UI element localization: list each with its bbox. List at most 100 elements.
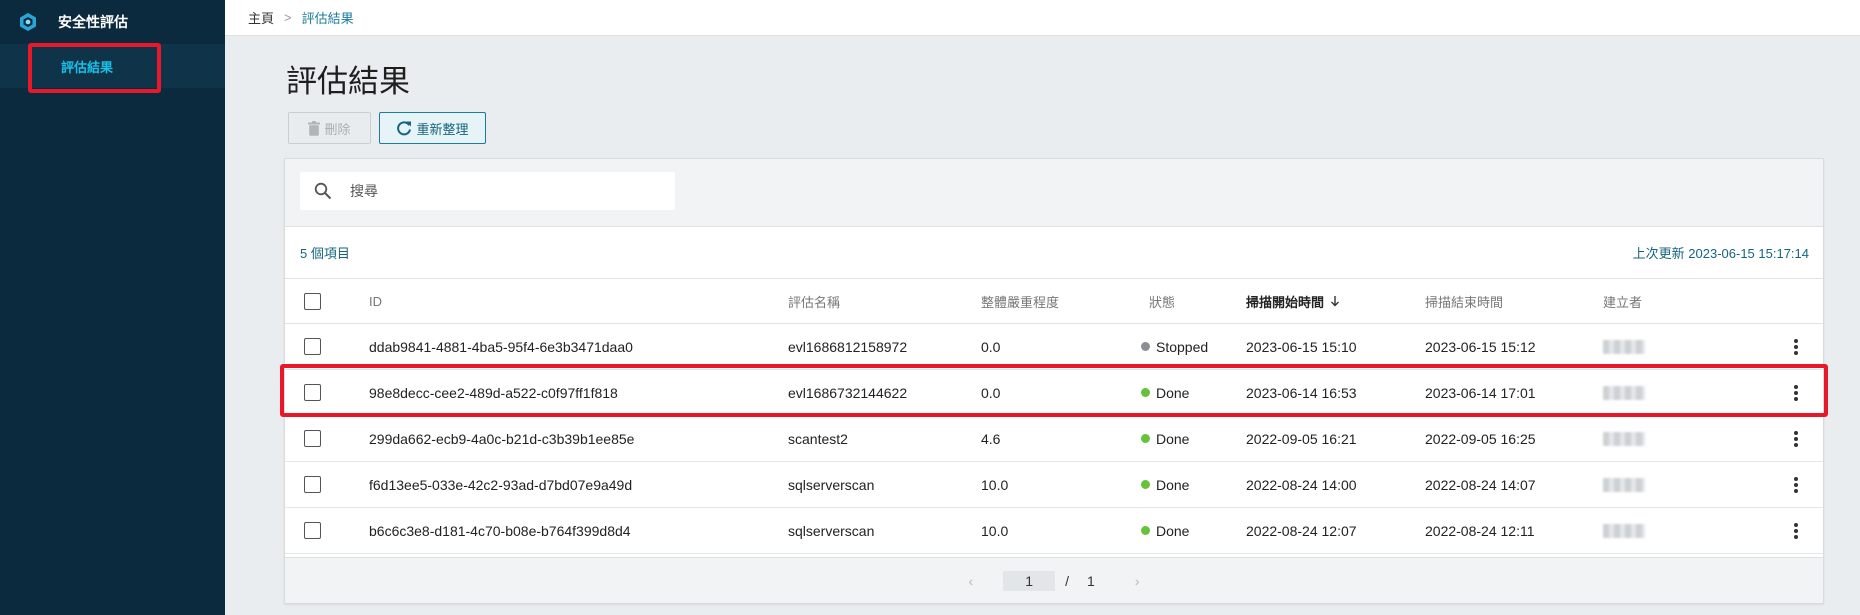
redacted-creator xyxy=(1603,431,1645,446)
table-row[interactable]: ddab9841-4881-4ba5-95f4-6e3b3471daa0 evl1… xyxy=(285,324,1823,370)
hexagon-logo-icon xyxy=(20,13,36,31)
chevron-left-icon[interactable]: ‹ xyxy=(968,573,973,589)
row-menu-icon[interactable] xyxy=(1794,383,1798,403)
cell-start-time: 2022-09-05 16:21 xyxy=(1246,430,1357,447)
breadcrumb-separator: > xyxy=(284,10,292,25)
status-label: Done xyxy=(1156,430,1190,447)
row-menu-icon[interactable] xyxy=(1794,337,1798,357)
pagination: ‹ 1 / 1 › xyxy=(285,557,1823,603)
column-header-creator[interactable]: 建立者 xyxy=(1603,279,1642,323)
row-checkbox[interactable] xyxy=(304,430,321,447)
cell-status: Done xyxy=(1141,416,1189,461)
cell-creator xyxy=(1603,462,1645,507)
row-menu-icon[interactable] xyxy=(1794,521,1798,541)
column-header-start-time[interactable]: 掃描開始時間 xyxy=(1246,279,1341,323)
cell-start-time: 2022-08-24 12:07 xyxy=(1246,522,1357,539)
delete-button-label: 刪除 xyxy=(324,121,351,137)
column-header-start-time-label: 掃描開始時間 xyxy=(1246,294,1325,310)
cell-name: sqlserverscan xyxy=(788,476,875,493)
chevron-right-icon[interactable]: › xyxy=(1135,573,1140,589)
page-total: 1 xyxy=(1087,572,1095,589)
cell-status: Stopped xyxy=(1141,324,1208,369)
row-checkbox[interactable] xyxy=(304,338,321,355)
cell-id: 299da662-ecb9-4a0c-b21d-c3b39b1ee85e xyxy=(369,430,635,447)
cell-creator xyxy=(1603,370,1645,415)
summary-bar: 5 個項目 上次更新 2023-06-15 15:17:14 xyxy=(285,227,1823,279)
column-header-end-time[interactable]: 掃描結束時間 xyxy=(1425,279,1503,323)
cell-start-time: 2023-06-14 16:53 xyxy=(1246,384,1357,401)
table-row[interactable]: 299da662-ecb9-4a0c-b21d-c3b39b1ee85e scan… xyxy=(285,416,1823,462)
table-row[interactable]: 98e8decc-cee2-489d-a522-c0f97ff1f818 evl1… xyxy=(285,370,1823,416)
page-title: 評估結果 xyxy=(286,64,410,100)
sidebar-header: 安全性評估 xyxy=(0,0,225,44)
column-header-name[interactable]: 評估名稱 xyxy=(788,279,840,323)
status-dot-icon xyxy=(1141,434,1150,443)
cell-creator xyxy=(1603,416,1645,461)
cell-status: Done xyxy=(1141,462,1189,507)
cell-start-time: 2023-06-15 15:10 xyxy=(1246,338,1357,355)
refresh-icon xyxy=(397,121,412,136)
refresh-button[interactable]: 重新整理 xyxy=(379,112,486,144)
cell-id: 98e8decc-cee2-489d-a522-c0f97ff1f818 xyxy=(369,384,618,401)
page-separator: / xyxy=(1065,572,1070,589)
column-header-severity[interactable]: 整體嚴重程度 xyxy=(981,279,1059,323)
breadcrumb-current: 評估結果 xyxy=(301,11,354,26)
redacted-creator xyxy=(1603,477,1645,492)
redacted-creator xyxy=(1603,523,1645,538)
sidebar-item-assessment-results[interactable]: 評估結果 xyxy=(0,44,225,88)
status-label: Done xyxy=(1156,522,1190,539)
item-count: 5 個項目 xyxy=(300,246,350,261)
cell-status: Done xyxy=(1141,508,1189,553)
cell-end-time: 2022-09-05 16:25 xyxy=(1425,430,1536,447)
cell-severity: 10.0 xyxy=(981,476,1009,493)
cell-id: ddab9841-4881-4ba5-95f4-6e3b3471daa0 xyxy=(369,338,633,355)
status-dot-icon xyxy=(1141,526,1150,535)
column-header-status[interactable]: 狀態 xyxy=(1149,279,1175,323)
cell-severity: 0.0 xyxy=(981,338,1001,355)
sidebar-title: 安全性評估 xyxy=(58,14,128,30)
row-menu-icon[interactable] xyxy=(1794,475,1798,495)
cell-creator xyxy=(1603,324,1645,369)
row-checkbox[interactable] xyxy=(304,384,321,401)
sidebar-item-label: 評估結果 xyxy=(61,59,114,75)
cell-end-time: 2022-08-24 14:07 xyxy=(1425,476,1536,493)
table-row[interactable]: f6d13ee5-033e-42c2-93ad-d7bd07e9a49d sqls… xyxy=(285,462,1823,508)
cell-end-time: 2022-08-24 12:11 xyxy=(1425,522,1535,539)
cell-name: scantest2 xyxy=(788,430,848,447)
row-checkbox[interactable] xyxy=(304,522,321,539)
cell-id: b6c6c3e8-d181-4c70-b08e-b764f399d8d4 xyxy=(369,522,631,539)
status-label: Done xyxy=(1156,476,1190,493)
status-label: Done xyxy=(1156,384,1190,401)
column-header-id[interactable]: ID xyxy=(369,279,382,323)
cell-end-time: 2023-06-14 17:01 xyxy=(1425,384,1536,401)
breadcrumb: 主頁 > 評估結果 xyxy=(225,0,1860,36)
table-row[interactable]: b6c6c3e8-d181-4c70-b08e-b764f399d8d4 sqls… xyxy=(285,508,1823,554)
table-header: ID 評估名稱 整體嚴重程度 狀態 掃描開始時間 掃描結束時間 建立者 xyxy=(285,279,1823,324)
breadcrumb-home[interactable]: 主頁 xyxy=(248,8,274,27)
cell-severity: 0.0 xyxy=(981,384,1001,401)
delete-button[interactable]: 刪除 xyxy=(288,112,371,144)
last-updated: 上次更新 2023-06-15 15:17:14 xyxy=(1632,246,1809,261)
cell-creator xyxy=(1603,508,1645,553)
table-body: ddab9841-4881-4ba5-95f4-6e3b3471daa0 evl1… xyxy=(285,324,1823,554)
cell-end-time: 2023-06-15 15:12 xyxy=(1425,338,1536,355)
page-number-input[interactable]: 1 xyxy=(1003,570,1056,591)
row-menu-icon[interactable] xyxy=(1794,429,1798,449)
row-checkbox[interactable] xyxy=(304,476,321,493)
search-box[interactable] xyxy=(300,172,675,210)
cell-name: evl1686812158972 xyxy=(788,338,908,355)
search-area xyxy=(285,159,1823,227)
cell-severity: 4.6 xyxy=(981,430,1001,447)
cell-name: sqlserverscan xyxy=(788,522,875,539)
status-label: Stopped xyxy=(1156,338,1209,355)
redacted-creator xyxy=(1603,385,1645,400)
refresh-button-label: 重新整理 xyxy=(416,121,469,137)
cell-start-time: 2022-08-24 14:00 xyxy=(1246,476,1357,493)
sort-desc-icon xyxy=(1331,296,1340,307)
status-dot-icon xyxy=(1141,480,1150,489)
cell-name: evl1686732144622 xyxy=(788,384,908,401)
results-panel: 5 個項目 上次更新 2023-06-15 15:17:14 ID 評估名稱 整… xyxy=(284,158,1824,604)
select-all-checkbox[interactable] xyxy=(304,292,321,310)
search-input[interactable] xyxy=(350,183,650,199)
status-dot-icon xyxy=(1141,342,1150,351)
